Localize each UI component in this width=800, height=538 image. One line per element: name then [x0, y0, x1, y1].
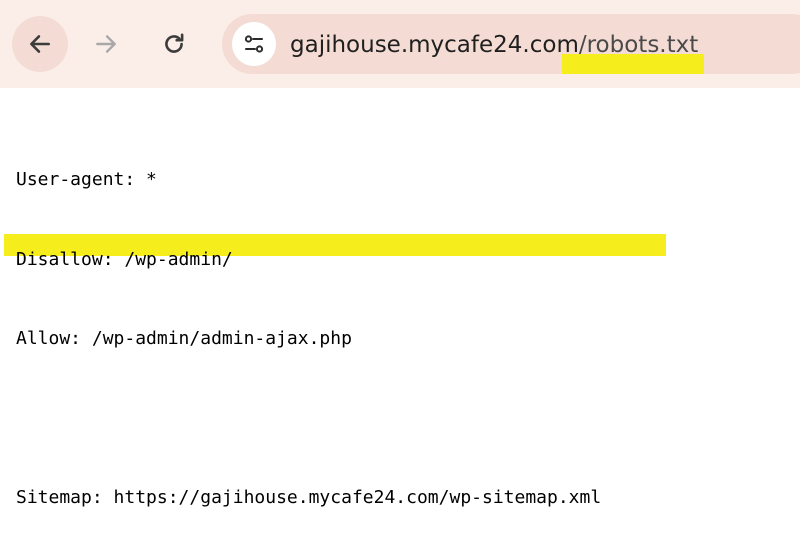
- back-button[interactable]: [12, 16, 68, 72]
- site-info-button[interactable]: [232, 22, 276, 66]
- robots-txt-content: User-agent: * Disallow: /wp-admin/ Allow…: [16, 114, 601, 538]
- url-host: gajihouse.mycafe24.com: [290, 32, 579, 58]
- address-bar[interactable]: gajihouse.mycafe24.com/robots.txt: [222, 14, 800, 74]
- tune-icon: [244, 35, 264, 53]
- robots-line-disallow: Disallow: /wp-admin/: [16, 248, 233, 270]
- reload-button[interactable]: [146, 16, 202, 72]
- url-highlight: [562, 54, 704, 74]
- robots-line-user-agent: User-agent: *: [16, 169, 157, 190]
- robots-line-allow: Allow: /wp-admin/admin-ajax.php: [16, 328, 352, 349]
- arrow-left-icon: [30, 35, 50, 53]
- arrow-right-icon: [96, 35, 116, 53]
- robots-line-sitemap[interactable]: Sitemap: https://gajihouse.mycafe24.com/…: [16, 485, 601, 512]
- forward-button[interactable]: [78, 16, 134, 72]
- browser-toolbar: gajihouse.mycafe24.com/robots.txt: [0, 0, 800, 88]
- reload-icon: [165, 33, 184, 53]
- robots-line-blank: [16, 406, 601, 433]
